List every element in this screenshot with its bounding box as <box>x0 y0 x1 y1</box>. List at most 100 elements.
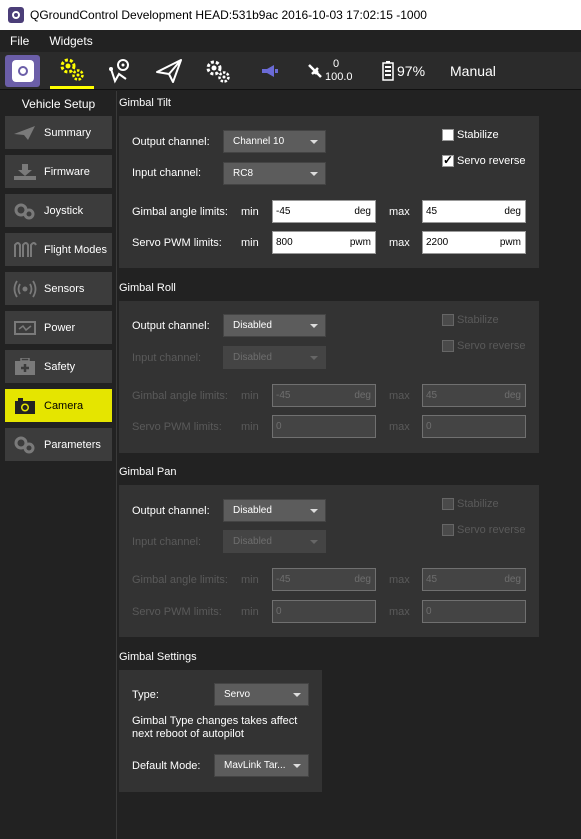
sidebar-item-summary[interactable]: Summary <box>5 116 112 149</box>
pan-servo-reverse-checkbox[interactable]: Servo reverse <box>442 524 525 536</box>
combo-value: Disabled <box>233 536 272 547</box>
field-value: 45 <box>426 574 438 585</box>
field-unit: deg <box>354 390 371 401</box>
combo-value: Servo <box>224 689 251 700</box>
pan-stabilize-checkbox[interactable]: Stabilize <box>442 498 499 510</box>
tilt-input-channel-combo[interactable]: RC8 <box>223 162 326 185</box>
tilt-pwm-max-field[interactable]: 2200 pwm <box>422 231 526 254</box>
checkbox-label: Stabilize <box>457 498 499 510</box>
first-aid-icon <box>11 357 39 377</box>
qgc-logo-icon[interactable] <box>5 55 40 87</box>
roll-angle-max-field[interactable]: 45 deg <box>422 384 526 407</box>
flight-mode[interactable]: Manual <box>450 63 496 79</box>
checkbox-box[interactable] <box>442 314 454 326</box>
roll-angle-min-field[interactable]: -45 deg <box>272 384 376 407</box>
tilt-pwm-label: Servo PWM limits: <box>132 237 222 249</box>
combo-value: MavLink Tar... <box>224 760 286 771</box>
min-label: min <box>241 237 259 249</box>
chevron-down-icon <box>310 172 318 176</box>
field-value: 0 <box>426 421 432 432</box>
gps-hdop: 100.0 <box>325 71 353 83</box>
checkbox-box[interactable] <box>442 129 454 141</box>
sidebar-item-parameters[interactable]: Parameters <box>5 428 112 461</box>
main-toolbar: 0 100.0 97% Manual <box>0 52 581 90</box>
checkbox-label: Stabilize <box>457 129 499 141</box>
sidebar-item-firmware[interactable]: Firmware <box>5 155 112 188</box>
max-label: max <box>389 421 410 433</box>
sidebar-item-camera[interactable]: Camera <box>5 389 112 422</box>
roll-stabilize-checkbox[interactable]: Stabilize <box>442 314 499 326</box>
roll-pwm-max-field[interactable]: 0 <box>422 415 526 438</box>
chevron-down-icon <box>310 540 318 544</box>
gps-icon[interactable] <box>304 52 326 89</box>
analyze-icon[interactable] <box>201 52 235 89</box>
pan-input-label: Input channel: <box>132 536 202 548</box>
menu-file[interactable]: File <box>0 34 39 48</box>
tilt-angle-max-field[interactable]: 45 deg <box>422 200 526 223</box>
pan-angle-max-field[interactable]: 45 deg <box>422 568 526 591</box>
sidebar-item-label: Camera <box>44 399 84 412</box>
roll-output-label: Output channel: <box>132 320 210 332</box>
sidebar-item-flight-modes[interactable]: Flight Modes <box>5 233 112 266</box>
field-value: -45 <box>276 574 291 585</box>
roll-output-channel-combo[interactable]: Disabled <box>223 314 326 337</box>
tilt-servo-reverse-checkbox[interactable]: Servo reverse <box>442 153 526 167</box>
combo-value: Disabled <box>233 352 272 363</box>
sidebar-item-label: Firmware <box>44 165 90 178</box>
sidebar-item-label: Safety <box>44 360 76 373</box>
default-mode-combo[interactable]: MavLink Tar... <box>214 754 309 777</box>
sidebar-item-label: Sensors <box>44 282 85 295</box>
checkbox-box[interactable] <box>442 340 454 352</box>
checkbox-label: Stabilize <box>457 314 499 326</box>
sidebar-item-power[interactable]: Power <box>5 311 112 344</box>
sidebar-item-label: Flight Modes <box>44 243 107 256</box>
field-value: 45 <box>426 390 438 401</box>
fly-icon[interactable] <box>152 52 186 89</box>
max-label: max <box>389 206 410 218</box>
max-label: max <box>389 574 410 586</box>
app-icon <box>8 7 24 23</box>
checkbox-label: Servo reverse <box>457 340 526 352</box>
battery-icon[interactable] <box>380 52 396 89</box>
checkbox-box[interactable] <box>442 498 454 510</box>
tilt-stabilize-checkbox[interactable]: Stabilize <box>442 129 499 141</box>
gimbal-type-combo[interactable]: Servo <box>214 683 309 706</box>
checkbox-label: Servo reverse <box>457 524 526 536</box>
vehicle-setup-icon[interactable] <box>50 52 94 89</box>
combo-value: Channel 10 <box>233 136 285 147</box>
roll-servo-reverse-checkbox[interactable]: Servo reverse <box>442 340 525 352</box>
pan-angle-label: Gimbal angle limits: <box>132 574 228 586</box>
tilt-angle-min-field[interactable]: -45 deg <box>272 200 376 223</box>
field-unit: deg <box>504 206 521 217</box>
message-icon[interactable] <box>258 52 282 89</box>
pan-pwm-min-field[interactable]: 0 <box>272 600 376 623</box>
min-label: min <box>241 606 259 618</box>
sidebar-item-sensors[interactable]: Sensors <box>5 272 112 305</box>
pan-angle-min-field[interactable]: -45 deg <box>272 568 376 591</box>
checkbox-box[interactable] <box>442 153 454 167</box>
pan-output-channel-combo[interactable]: Disabled <box>223 499 326 522</box>
menu-widgets[interactable]: Widgets <box>39 34 102 48</box>
min-label: min <box>241 206 259 218</box>
battery-percent: 97% <box>397 63 426 79</box>
gimbal-tilt-title: Gimbal Tilt <box>119 97 171 109</box>
download-icon <box>11 162 39 182</box>
roll-pwm-min-field[interactable]: 0 <box>272 415 376 438</box>
tilt-output-channel-combo[interactable]: Channel 10 <box>223 130 326 153</box>
roll-pwm-label: Servo PWM limits: <box>132 421 222 433</box>
checkbox-box[interactable] <box>442 524 454 536</box>
pan-pwm-max-field[interactable]: 0 <box>422 600 526 623</box>
tilt-pwm-min-field[interactable]: 800 pwm <box>272 231 376 254</box>
plan-icon[interactable] <box>104 52 136 89</box>
roll-input-channel-combo[interactable]: Disabled <box>223 346 326 369</box>
gimbal-pan-title: Gimbal Pan <box>119 466 177 478</box>
sidebar-item-safety[interactable]: Safety <box>5 350 112 383</box>
pan-input-channel-combo[interactable]: Disabled <box>223 530 326 553</box>
pan-pwm-label: Servo PWM limits: <box>132 606 222 618</box>
field-value: 0 <box>426 606 432 617</box>
checkbox-label: Servo reverse <box>457 155 526 167</box>
field-unit: deg <box>504 574 521 585</box>
field-value: 0 <box>276 606 282 617</box>
sidebar-item-joystick[interactable]: Joystick <box>5 194 112 227</box>
sidebar-item-label: Summary <box>44 126 92 139</box>
